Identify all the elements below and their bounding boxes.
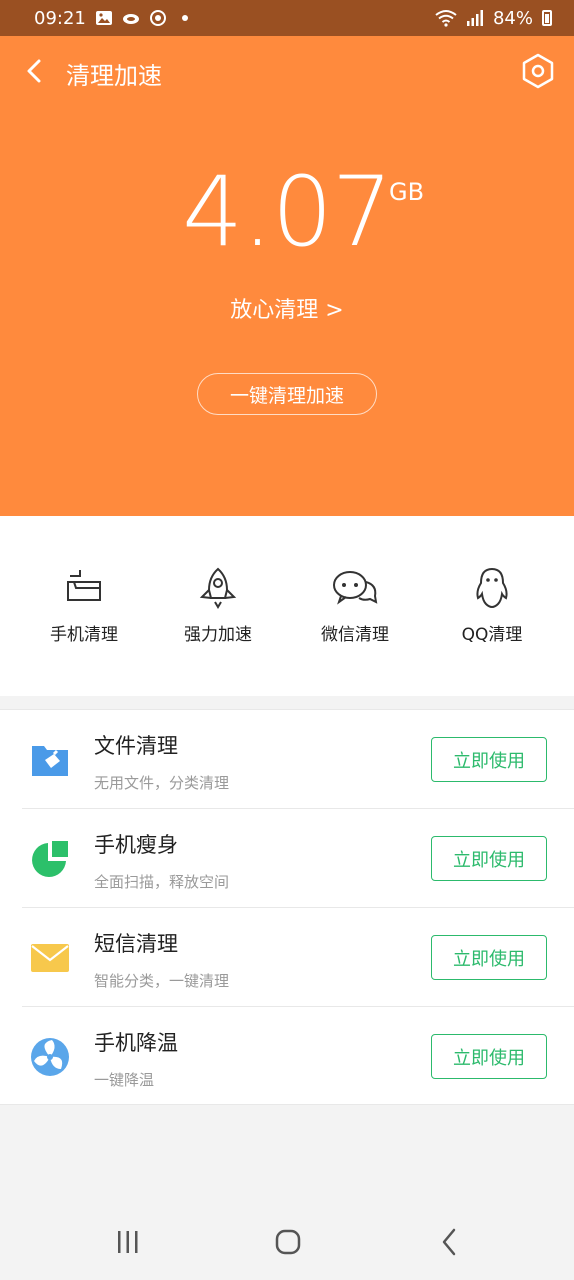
battery-icon [542, 10, 552, 26]
top-bar: 清理加速 [0, 36, 574, 108]
wechat-icon [333, 571, 378, 605]
list-item-file-clean[interactable]: 文件清理 无用文件，分类清理 立即使用 [22, 710, 574, 809]
use-now-button[interactable]: 立即使用 [431, 935, 547, 980]
tool-subtitle: 一键降温 [94, 1071, 155, 1089]
safe-clean-link[interactable]: 放心清理 > [0, 292, 574, 324]
qq-icon [476, 567, 508, 609]
rocket-icon [199, 567, 237, 609]
quick-action-label: 手机清理 [50, 625, 118, 645]
status-left: 09:21 [34, 8, 188, 29]
use-now-button[interactable]: 立即使用 [431, 1034, 547, 1079]
quick-action-phone-clean[interactable]: 手机清理 [14, 566, 154, 676]
tool-title: 短信清理 [94, 932, 178, 956]
tool-subtitle: 全面扫描，释放空间 [94, 873, 230, 891]
gallery-icon [95, 11, 112, 25]
quick-action-label: QQ清理 [461, 625, 523, 645]
home-icon[interactable] [268, 1227, 308, 1257]
tool-title: 文件清理 [94, 734, 178, 758]
hero-panel: 清理加速 4.07 GB 放心清理 > 一键清理加速 [0, 36, 574, 516]
notification-dot [181, 15, 188, 21]
quick-action-label: 微信清理 [321, 625, 389, 645]
wifi-icon [435, 10, 457, 27]
list-item-phone-slim[interactable]: 手机瘦身 全面扫描，释放空间 立即使用 [22, 809, 574, 908]
status-time: 09:21 [34, 7, 86, 29]
page-title: 清理加速 [66, 62, 162, 90]
signal-icon [466, 10, 483, 26]
cloud-icon [122, 14, 139, 24]
tool-title: 手机降温 [94, 1031, 178, 1055]
one-key-clean-button[interactable]: 一键清理加速 [197, 373, 377, 415]
junk-size-unit: GB [389, 178, 425, 206]
fan-icon [31, 1038, 69, 1076]
back-icon[interactable] [430, 1227, 470, 1257]
envelope-icon [31, 944, 69, 972]
sync-icon [149, 10, 166, 26]
tool-subtitle: 无用文件，分类清理 [94, 774, 230, 792]
quick-action-wechat-clean[interactable]: 微信清理 [285, 566, 425, 676]
recent-apps-icon[interactable] [108, 1227, 148, 1257]
file-folder-icon [32, 746, 68, 776]
tool-subtitle: 智能分类，一键清理 [94, 972, 230, 990]
list-item-cooling[interactable]: 手机降温 一键降温 立即使用 [22, 1007, 574, 1106]
use-now-button[interactable]: 立即使用 [431, 737, 547, 782]
quick-actions: 手机清理 强力加速 微信清理 QQ清理 [0, 516, 574, 696]
quick-action-qq-clean[interactable]: QQ清理 [422, 566, 562, 676]
phone-clean-icon [67, 570, 101, 601]
junk-size: 4.07 GB [0, 156, 574, 276]
junk-size-value: 4.07 [182, 156, 393, 268]
settings-icon[interactable] [519, 52, 557, 90]
system-nav-bar [0, 1205, 574, 1280]
list-item-sms-clean[interactable]: 短信清理 智能分类，一键清理 立即使用 [22, 908, 574, 1007]
battery-percent: 84% [492, 7, 533, 29]
quick-action-boost[interactable]: 强力加速 [148, 566, 288, 676]
status-right: 84% [435, 8, 552, 29]
back-arrow-icon[interactable] [20, 56, 50, 86]
tool-title: 手机瘦身 [94, 833, 178, 857]
pie-chart-icon [32, 841, 68, 877]
tool-list: 文件清理 无用文件，分类清理 立即使用 手机瘦身 全面扫描，释放空间 立即使用 … [0, 709, 574, 1105]
status-bar: 09:21 84% [0, 0, 574, 36]
quick-action-label: 强力加速 [184, 625, 252, 645]
use-now-button[interactable]: 立即使用 [431, 836, 547, 881]
